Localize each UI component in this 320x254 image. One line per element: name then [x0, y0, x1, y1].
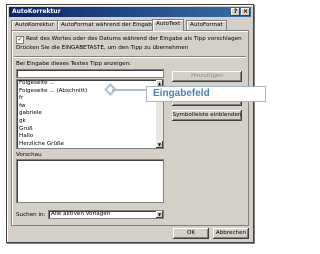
search-in-label: Suchen in:	[16, 212, 46, 218]
scroll-down-icon[interactable]: ▼	[156, 141, 163, 148]
tab-autotext[interactable]: AutoText	[152, 19, 185, 31]
cancel-button[interactable]: Abbrechen	[213, 228, 249, 239]
divider	[14, 56, 246, 57]
list-item[interactable]: Herzliche Grüße	[17, 141, 163, 148]
chevron-down-icon[interactable]: ▼	[156, 211, 163, 218]
entry-label: Bei Eingabe dieses Textes Tipp anzeigen:	[16, 61, 132, 67]
tab-autokorrektur[interactable]: AutoKorrektur	[11, 20, 58, 30]
list-item[interactable]: fr	[17, 95, 163, 103]
title-bar: AutoKorrektur ? ×	[9, 7, 251, 17]
autokorrektur-dialog: AutoKorrektur ? × AutoKorrektur AutoForm…	[6, 4, 254, 243]
autotext-panel: ✓ Rest des Wortes oder des Datums währen…	[11, 30, 249, 226]
autotext-entry-input[interactable]	[16, 69, 164, 78]
tab-autoformat-eingabe[interactable]: AutoFormat während der Eingabe	[57, 20, 160, 30]
list-item[interactable]: gabriele	[17, 110, 163, 118]
help-icon[interactable]: ?	[231, 8, 240, 16]
callout-line	[112, 89, 147, 91]
preview-box	[16, 159, 164, 203]
list-item[interactable]: Gruß	[17, 126, 163, 134]
show-toolbar-button[interactable]: Symbolleiste einblenden	[172, 110, 242, 121]
tab-autoformat[interactable]: AutoFormat	[186, 20, 227, 30]
list-item[interactable]: Hallo	[17, 133, 163, 141]
callout-label: Eingabefeld	[146, 86, 266, 102]
preview-label: Vorschau	[16, 152, 42, 158]
suggest-checkbox[interactable]: ✓	[16, 36, 24, 44]
suggest-checkbox-label: Rest des Wortes oder des Datums während …	[26, 36, 242, 42]
list-item[interactable]: gk	[17, 118, 163, 126]
close-icon[interactable]: ×	[241, 8, 250, 16]
list-item[interactable]: fw	[17, 103, 163, 111]
enter-hint: Drücken Sie die EINGABETASTE, um den Tip…	[16, 45, 189, 51]
search-in-select[interactable]: Alle aktiven Vorlagen ▼	[48, 210, 164, 219]
list-item[interactable]: Folgeseite ...	[17, 80, 163, 88]
ok-button[interactable]: OK	[173, 228, 209, 239]
window-title: AutoKorrektur	[12, 8, 61, 15]
add-button[interactable]: Hinzufügen	[172, 71, 242, 82]
search-in-value: Alle aktiven Vorlagen	[51, 211, 111, 217]
